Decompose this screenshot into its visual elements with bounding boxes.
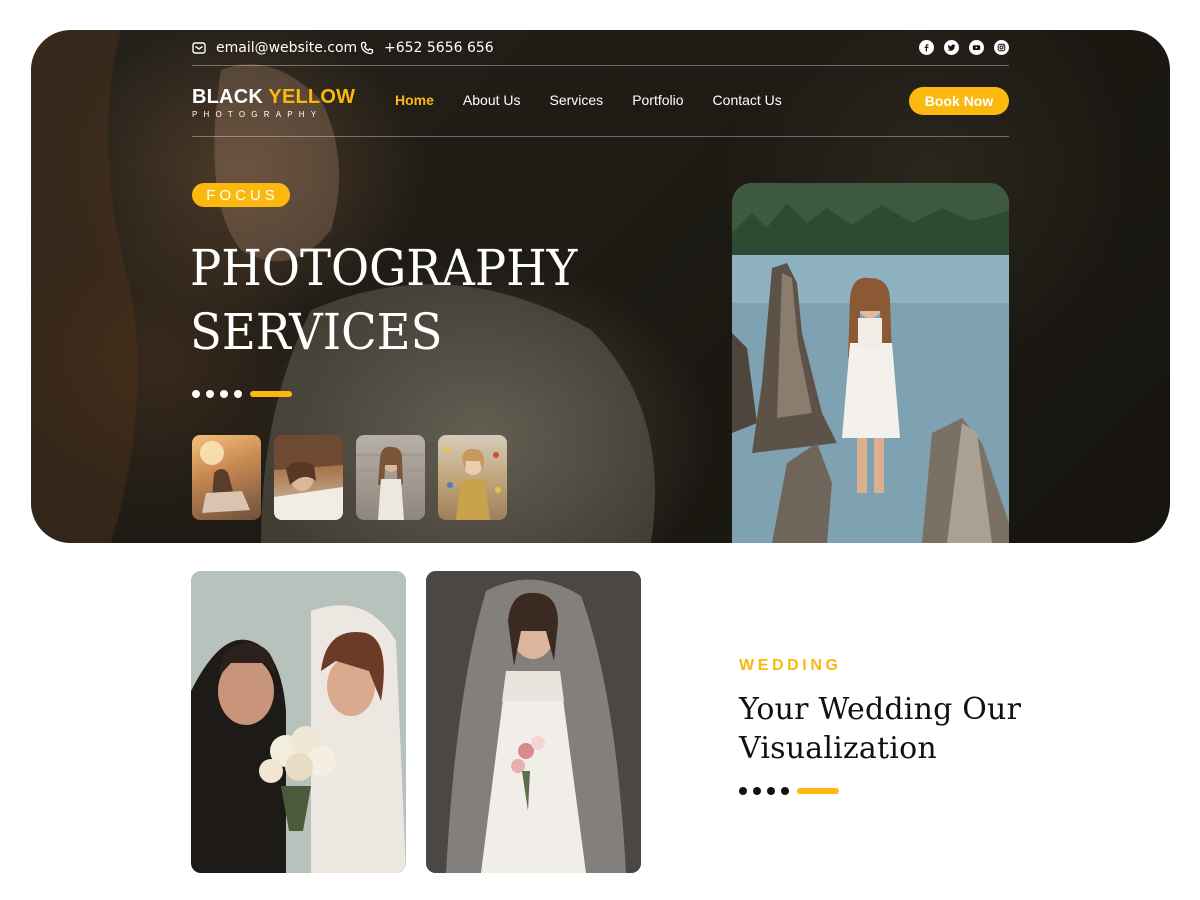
wedding-title-line2: Visualization xyxy=(739,731,937,766)
twitter-icon[interactable] xyxy=(944,40,959,55)
hero-title: PHOTOGRAPHY SERVICES xyxy=(190,236,577,364)
hero-main-photo xyxy=(732,183,1009,543)
slider-active-bar[interactable] xyxy=(797,788,839,794)
thumbnail-lying-portrait[interactable] xyxy=(274,435,343,520)
email-icon xyxy=(192,42,206,54)
hero-title-line2: SERVICES xyxy=(190,303,443,361)
slider-dot[interactable] xyxy=(234,390,242,398)
nav-item-services[interactable]: Services xyxy=(550,92,604,108)
email-text: email@website.com xyxy=(216,40,358,56)
top-contact-bar: email@website.com +652 5656 656 xyxy=(192,30,1009,66)
email-contact[interactable]: email@website.com xyxy=(192,40,357,56)
slider-dot[interactable] xyxy=(220,390,228,398)
wedding-photo-bride-with-veil xyxy=(426,571,641,873)
nav-menu: Home About Us Services Portfolio Contact… xyxy=(395,92,782,108)
slider-dot[interactable] xyxy=(206,390,214,398)
wedding-section-label: WEDDING xyxy=(739,657,842,674)
logo-tagline: PHOTOGRAPHY xyxy=(192,110,323,119)
hero-thumbnails xyxy=(192,435,507,520)
logo-word-black: BLACK xyxy=(192,86,263,108)
main-navbar: BLACK YELLOW PHOTOGRAPHY Home About Us S… xyxy=(192,66,1009,137)
hero-slider-indicator xyxy=(192,390,292,398)
slider-dot[interactable] xyxy=(753,787,761,795)
logo-text: BLACK YELLOW xyxy=(192,86,355,108)
book-now-button[interactable]: Book Now xyxy=(909,87,1009,115)
nav-item-about-us[interactable]: About Us xyxy=(463,92,521,108)
nav-item-home[interactable]: Home xyxy=(395,92,434,108)
wedding-slider-indicator xyxy=(739,787,839,795)
nav-item-portfolio[interactable]: Portfolio xyxy=(632,92,683,108)
phone-contact[interactable]: +652 5656 656 xyxy=(360,40,494,56)
phone-icon xyxy=(360,41,374,55)
social-links xyxy=(919,40,1009,55)
thumbnail-child-christmas-portrait[interactable] xyxy=(438,435,507,520)
slider-dot[interactable] xyxy=(192,390,200,398)
brand-logo[interactable]: BLACK YELLOW PHOTOGRAPHY xyxy=(192,86,355,119)
slider-active-bar[interactable] xyxy=(250,391,292,397)
nav-item-contact-us[interactable]: Contact Us xyxy=(713,92,782,108)
youtube-icon[interactable] xyxy=(969,40,984,55)
phone-text: +652 5656 656 xyxy=(384,40,494,56)
wedding-title-line1: Your Wedding Our xyxy=(739,692,1022,727)
navbar-divider xyxy=(192,136,1009,137)
slider-dot[interactable] xyxy=(767,787,775,795)
thumbnail-sunset-portrait[interactable] xyxy=(192,435,261,520)
facebook-icon[interactable] xyxy=(919,40,934,55)
hero-title-line1: PHOTOGRAPHY xyxy=(190,239,578,297)
thumbnail-steps-portrait[interactable] xyxy=(356,435,425,520)
slider-dot[interactable] xyxy=(781,787,789,795)
wedding-title: Your Wedding Our Visualization xyxy=(739,690,1021,768)
wedding-photo-couple-with-bouquet xyxy=(191,571,406,873)
slider-dot[interactable] xyxy=(739,787,747,795)
instagram-icon[interactable] xyxy=(994,40,1009,55)
focus-badge: FOCUS xyxy=(192,183,290,207)
logo-word-yellow: YELLOW xyxy=(268,86,356,108)
